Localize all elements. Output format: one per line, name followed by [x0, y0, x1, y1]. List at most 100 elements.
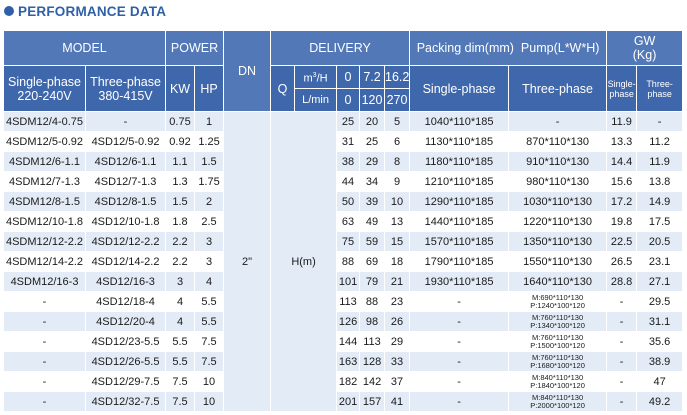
header-gw-single: Single- phase [607, 66, 638, 112]
cell-head-1: 79 [360, 272, 386, 292]
cell-three-phase-model: - [86, 112, 167, 132]
cell-hp: 4 [195, 272, 225, 292]
cell-head-2: 13 [385, 212, 411, 232]
table-row: -4SD12/29-7.5 7.5 10 182 142 37- M:840*110*130… [4, 372, 684, 392]
cell-head-0: 101 [337, 272, 361, 292]
cell-pack-single: 1130*110*185 [410, 132, 510, 152]
cell-pack-three: 1550*110*130 [509, 252, 608, 272]
cell-gw-single: 14.4 [607, 152, 638, 172]
cell-single-phase-model: 4SDM12/12-2.2 [4, 232, 86, 252]
table-row: 4SDM12/6-1.1 4SD12/6-1.1 1.1 1.5 38 29 8 1180*1… [4, 152, 684, 172]
section-heading: PERFORMANCE DATA [4, 3, 166, 19]
cell-kw: 7.5 [166, 392, 196, 412]
cell-head-0: 38 [337, 152, 361, 172]
cell-single-phase-model: 4SDM12/4-0.75 [4, 112, 86, 132]
cell-head-0: 63 [337, 212, 361, 232]
header-flow-m3h-0: 0 [337, 66, 361, 89]
cell-kw: 1.1 [166, 152, 196, 172]
cell-pack-three: M:840*110*130 P:2000*100*120 [509, 392, 608, 412]
cell-gw-three: 49.2 [637, 392, 684, 412]
cell-single-phase-model: 4SDM12/5-0.92 [4, 132, 86, 152]
cell-pack-single: - [410, 352, 510, 372]
header-dn: DN [224, 31, 272, 112]
cell-head-1: 128 [360, 352, 386, 372]
cell-head-1: 29 [360, 152, 386, 172]
cell-dn: 2" [224, 112, 272, 412]
cell-gw-three: 31.1 [637, 312, 684, 332]
cell-head-2: 41 [385, 392, 411, 412]
cell-hp: 5.5 [195, 312, 225, 332]
cell-single-phase-model: 4SDM12/7-1.3 [4, 172, 86, 192]
cell-head-2: 33 [385, 352, 411, 372]
cell-kw: 2.2 [166, 252, 196, 272]
table-row: 4SDM12/5-0.92 4SD12/5-0.92 0.92 1.25 31 25 6 11… [4, 132, 684, 152]
cell-kw: 0.92 [166, 132, 196, 152]
cell-pack-three-pump: P:1680*100*120 [530, 360, 585, 370]
cell-hp: 7.5 [195, 332, 225, 352]
table-row: 4SDM12/7-1.3 4SD12/7-1.3 1.3 1.75 44 34 9 1210*… [4, 172, 684, 192]
cell-head-1: 98 [360, 312, 386, 332]
table-row: -4SD12/23-5.5 5.5 7.5 144 113 29- M:760*110*13… [4, 332, 684, 352]
cell-gw-single: - [607, 332, 638, 352]
cell-single-phase-model: 4SDM12/14-2.2 [4, 252, 86, 272]
cell-pack-three: M:760*110*130 P:1340*100*120 [509, 312, 608, 332]
cell-pack-single: 1040*110*185 [410, 112, 510, 132]
cell-head-2: 37 [385, 372, 411, 392]
cell-head: H(m) [271, 112, 338, 412]
cell-pack-three: - [509, 112, 608, 132]
cell-pack-three-pump: P:1500*100*120 [530, 340, 585, 350]
cell-head-1: 69 [360, 252, 386, 272]
cell-hp: 1.25 [195, 132, 225, 152]
cell-single-phase-model: - [4, 392, 86, 412]
cell-pack-three: M:760*110*130 P:1680*100*120 [509, 352, 608, 372]
section-title: PERFORMANCE DATA [18, 3, 167, 19]
cell-three-phase-model: 4SD12/12-2.2 [86, 232, 167, 252]
cell-gw-single: 15.6 [607, 172, 638, 192]
header-flow-m3h-2: 16.2 [385, 66, 411, 89]
cell-gw-three: - [637, 112, 684, 132]
cell-pack-single: 1570*110*185 [410, 232, 510, 252]
cell-head-0: 88 [337, 252, 361, 272]
header-flow-m3h-1: 7.2 [360, 66, 386, 89]
cell-hp: 10 [195, 372, 225, 392]
cell-head-1: 142 [360, 372, 386, 392]
cell-head-1: 25 [360, 132, 386, 152]
cell-pack-three-pump: P:1840*100*120 [530, 380, 585, 390]
cell-head-2: 10 [385, 192, 411, 212]
cell-three-phase-model: 4SD12/14-2.2 [86, 252, 167, 272]
header-q: Q [271, 66, 296, 112]
cell-kw: 0.75 [166, 112, 196, 132]
cell-three-phase-model: 4SD12/8-1.5 [86, 192, 167, 212]
cell-pack-three-pump: P:2000*100*120 [530, 400, 585, 410]
cell-gw-three: 20.5 [637, 232, 684, 252]
cell-kw: 1.5 [166, 192, 196, 212]
cell-pack-three-pump: P:1240*100*120 [530, 300, 585, 310]
cell-three-phase-model: 4SD12/20-4 [86, 312, 167, 332]
cell-pack-three: 1640*110*130 [509, 272, 608, 292]
cell-hp: 1.5 [195, 152, 225, 172]
cell-hp: 2.5 [195, 212, 225, 232]
cell-head-1: 49 [360, 212, 386, 232]
cell-pack-three: 1030*110*130 [509, 192, 608, 212]
cell-single-phase-model: - [4, 292, 86, 312]
cell-head-0: 201 [337, 392, 361, 412]
table-row: -4SD12/32-7.5 7.5 10 201 157 41- M:840*110*130… [4, 392, 684, 412]
cell-head-1: 20 [360, 112, 386, 132]
cell-gw-three: 29.5 [637, 292, 684, 312]
cell-three-phase-model: 4SD12/29-7.5 [86, 372, 167, 392]
cell-hp: 1.75 [195, 172, 225, 192]
header-gw: GW (Kg) [607, 31, 684, 66]
cell-gw-single: 13.3 [607, 132, 638, 152]
cell-single-phase-model: - [4, 352, 86, 372]
cell-head-2: 21 [385, 272, 411, 292]
cell-head-2: 26 [385, 312, 411, 332]
header-model: MODEL [4, 31, 167, 66]
cell-hp: 3 [195, 232, 225, 252]
table-row: 4SDM12/16-3 4SD12/16-3 3 4 101 79 21 1930*110*1… [4, 272, 684, 292]
cell-head-0: 144 [337, 332, 361, 352]
cell-pack-three: 1350*110*130 [509, 232, 608, 252]
cell-pack-three: M:760*110*130 P:1500*100*120 [509, 332, 608, 352]
cell-gw-single: - [607, 352, 638, 372]
header-gw-three: Three- phase [637, 66, 684, 112]
cell-hp: 7.5 [195, 352, 225, 372]
